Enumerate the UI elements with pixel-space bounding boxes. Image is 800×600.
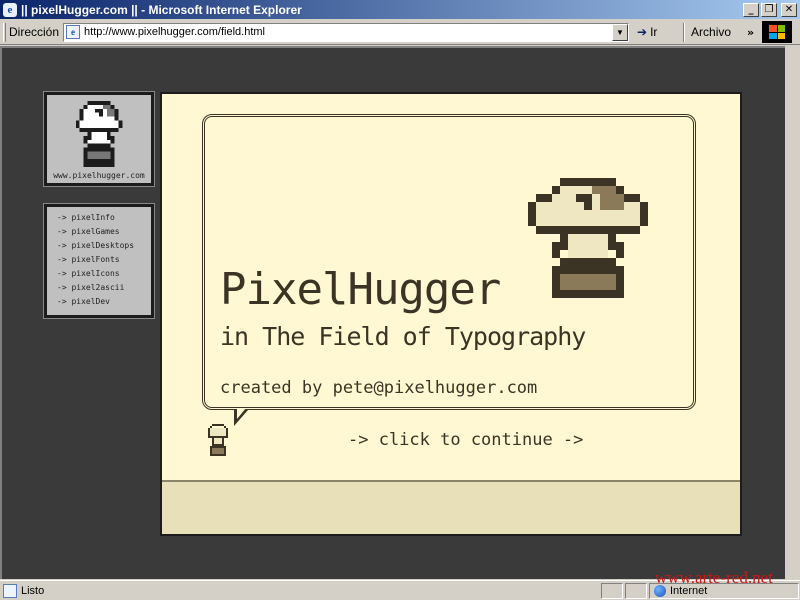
author-credit: created by pete@pixelhugger.com (220, 378, 538, 398)
toolbar-grip[interactable] (3, 22, 6, 42)
pixel-character-large-icon (528, 178, 648, 298)
address-input[interactable] (84, 26, 605, 38)
ie-logo-icon: e (3, 2, 17, 17)
pixel-character-icon (75, 101, 123, 167)
status-text: Listo (21, 584, 45, 597)
more-chevron-icon[interactable]: » (747, 26, 754, 39)
menu-item-pixelgames[interactable]: -> pixelGames (57, 225, 151, 239)
logo-url-text: www.pixelhugger.com (53, 171, 145, 180)
title-bar: e || pixelHugger.com || - Microsoft Inte… (0, 0, 800, 19)
menu-item-pixelfonts[interactable]: -> pixelFonts (57, 253, 151, 267)
site-logo[interactable]: www.pixelhugger.com (43, 91, 155, 187)
window-title: || pixelHugger.com || - Microsoft Intern… (21, 2, 302, 17)
go-label: Ir (650, 25, 658, 39)
address-label: Dirección (9, 25, 60, 39)
pixel-character-tiny-icon (208, 424, 228, 456)
menu-item-pixeldev[interactable]: -> pixelDev (57, 295, 151, 309)
menu-item-pixeldesktops[interactable]: -> pixelDesktops (57, 239, 151, 253)
go-arrow-icon: ➔ (637, 25, 648, 39)
address-toolbar: Dirección e ▼ ➔ Ir Archivo » (0, 20, 800, 45)
minimize-button[interactable]: _ (743, 2, 759, 17)
menu-item-pixelinfo[interactable]: -> pixelInfo (57, 211, 151, 225)
menu-item-pixelicons[interactable]: -> pixelIcons (57, 267, 151, 281)
close-button[interactable]: ✕ (781, 2, 797, 17)
toolbar-separator (683, 22, 686, 42)
status-cell-1 (601, 582, 623, 599)
address-dropdown-button[interactable]: ▼ (612, 23, 629, 41)
status-cell-2 (625, 582, 647, 599)
stage-footer-band (162, 480, 740, 534)
go-button[interactable]: ➔ Ir (637, 25, 681, 39)
page-icon: e (66, 25, 81, 39)
page-headline: PixelHugger (220, 264, 501, 315)
menu-item-pixel2ascii[interactable]: -> pixel2ascii (57, 281, 151, 295)
sidebar-menu: -> pixelInfo -> pixelGames -> pixelDeskt… (43, 203, 155, 319)
status-page-icon (3, 583, 17, 598)
windows-logo-icon (762, 21, 793, 43)
vertical-scrollbar[interactable] (785, 46, 800, 579)
main-stage: PixelHugger in The Field of Typography c… (160, 92, 742, 536)
page-subtitle: in The Field of Typography (220, 322, 586, 351)
links-button[interactable]: Archivo (691, 25, 747, 39)
restore-button[interactable]: ❐ (761, 2, 777, 17)
continue-link[interactable]: -> click to continue -> (348, 430, 583, 450)
watermark-text: www.arte-red.net (655, 568, 773, 587)
page-viewport: www.pixelhugger.com -> pixelInfo -> pixe… (0, 46, 785, 579)
speech-bubble-tail-inner (237, 408, 246, 419)
address-field[interactable]: e ▼ (63, 22, 630, 42)
